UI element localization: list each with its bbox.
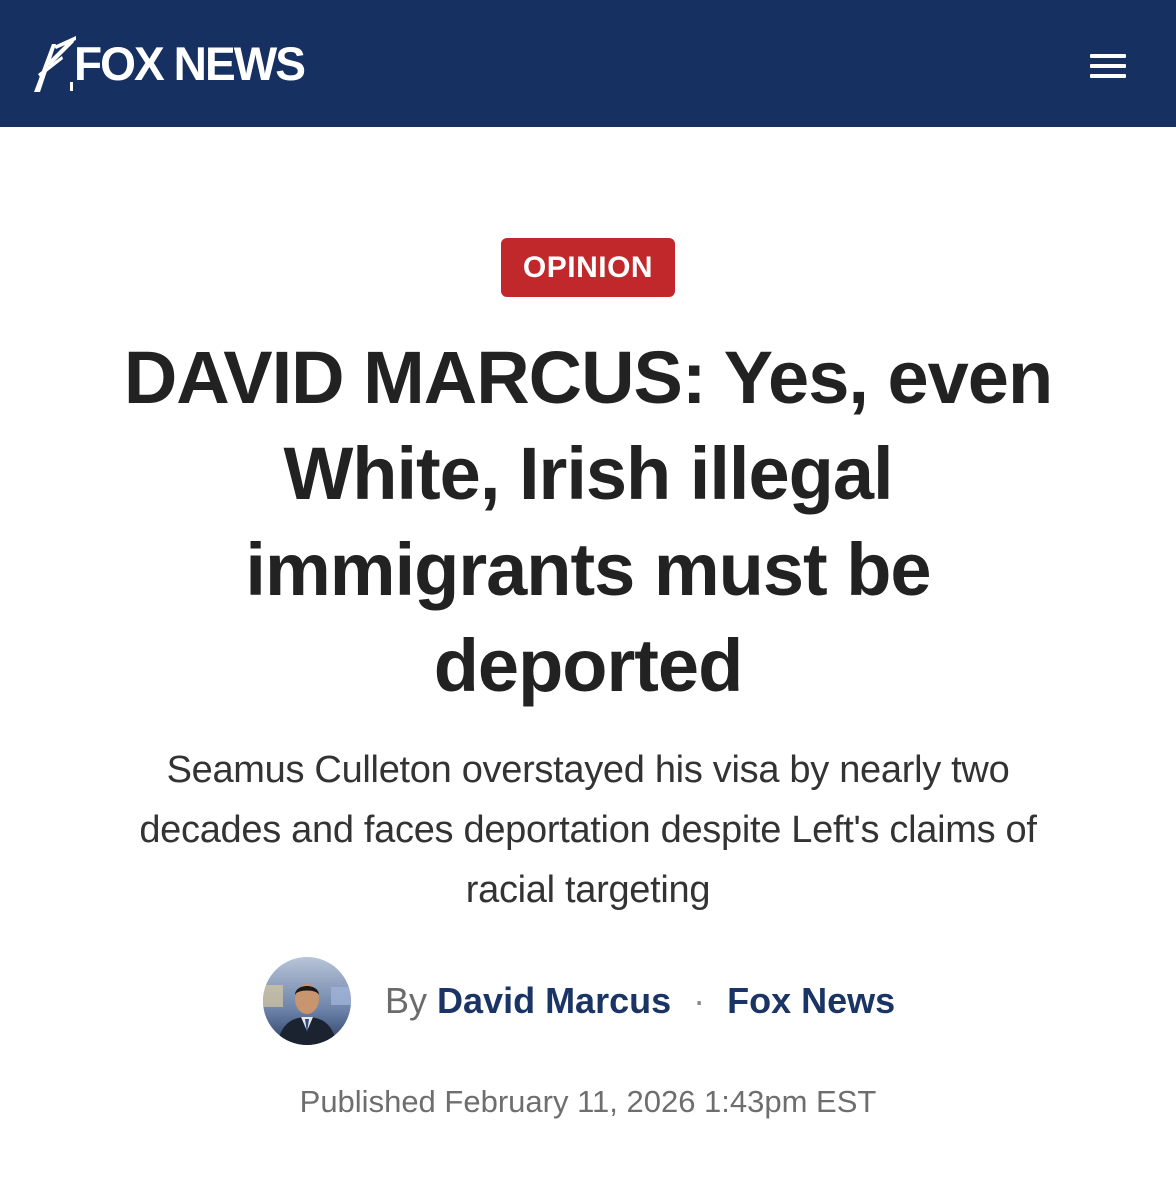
fox-news-searchlight-icon [34, 36, 76, 92]
menu-line [1090, 64, 1126, 68]
author-link[interactable]: David Marcus [437, 980, 671, 1021]
hamburger-menu-icon[interactable] [1090, 52, 1126, 80]
byline-text: By David Marcus · Fox News [385, 957, 895, 1045]
published-timestamp: Published February 11, 2026 1:43pm EST [299, 1084, 877, 1119]
headline-line: deported [433, 624, 744, 707]
logo-wordmark: FOX NEWS [74, 37, 306, 90]
menu-line [1090, 54, 1126, 58]
site-header: FOX NEWS [0, 0, 1176, 127]
byline-separator: · [693, 980, 706, 1021]
author-avatar[interactable] [263, 957, 351, 1045]
article-headline: DAVID MARCUS: Yes, even White, Irish ill… [40, 330, 1136, 714]
headline-line: DAVID MARCUS: Yes, even [123, 336, 1053, 419]
opinion-category-badge[interactable]: OPINION [501, 238, 675, 297]
subheadline-line: Seamus Culleton overstayed his visa by n… [166, 749, 1010, 791]
subheadline-line: racial targeting [465, 869, 711, 911]
byline: By David Marcus · Fox News [263, 957, 895, 1045]
menu-line [1090, 74, 1126, 78]
headline-line: immigrants must be [245, 528, 931, 611]
subheadline-line: decades and faces deportation despite Le… [139, 809, 1037, 851]
article-subheadline: Seamus Culleton overstayed his visa by n… [60, 740, 1116, 920]
author-photo-icon [263, 957, 351, 1045]
byline-prefix: By [385, 980, 428, 1021]
fox-news-logo[interactable]: FOX NEWS [32, 34, 309, 94]
source-link[interactable]: Fox News [727, 980, 895, 1021]
headline-line: White, Irish illegal [283, 432, 893, 515]
